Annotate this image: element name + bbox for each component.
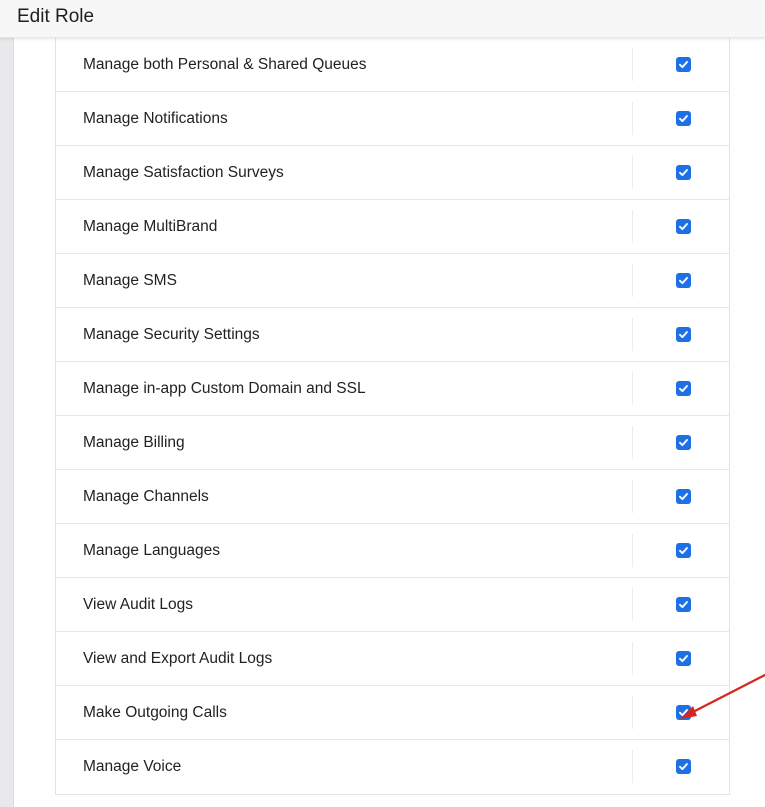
checkmark-icon (679, 115, 688, 123)
column-divider (632, 588, 633, 621)
checkmark-icon (679, 547, 688, 555)
checkmark-icon (679, 709, 688, 717)
permission-checkbox[interactable] (676, 543, 691, 558)
column-divider (632, 480, 633, 513)
permission-label: Manage Billing (83, 434, 185, 451)
checkmark-icon (679, 277, 688, 285)
permission-label: Manage MultiBrand (83, 218, 218, 235)
column-divider (632, 372, 633, 405)
permission-checkbox[interactable] (676, 273, 691, 288)
column-divider (632, 750, 633, 783)
permission-row: Manage SMS (56, 254, 729, 308)
permission-row: Manage Notifications (56, 92, 729, 146)
page-header: Edit Role (0, 0, 765, 38)
permission-row: View and Export Audit Logs (56, 632, 729, 686)
permission-row: Manage MultiBrand (56, 200, 729, 254)
permission-row: Manage Security Settings (56, 308, 729, 362)
permission-checkbox[interactable] (676, 165, 691, 180)
checkmark-icon (679, 61, 688, 69)
permission-row: Manage in-app Custom Domain and SSL (56, 362, 729, 416)
permission-row: Manage Voice (56, 740, 729, 794)
permission-label: Manage Notifications (83, 110, 228, 127)
checkmark-icon (679, 439, 688, 447)
permission-checkbox[interactable] (676, 759, 691, 774)
column-divider (632, 48, 633, 81)
edit-role-page: Edit Role Manage both Personal & Shared … (0, 0, 765, 807)
page-title: Edit Role (17, 6, 95, 27)
permission-checkbox[interactable] (676, 57, 691, 72)
column-divider (632, 102, 633, 135)
permission-label: Manage SMS (83, 272, 177, 289)
permission-checkbox[interactable] (676, 111, 691, 126)
permission-label: Manage Security Settings (83, 326, 260, 343)
left-rail (0, 38, 14, 807)
column-divider (632, 696, 633, 729)
permission-row: View Audit Logs (56, 578, 729, 632)
permission-checkbox[interactable] (676, 489, 691, 504)
permission-label: Manage Channels (83, 488, 209, 505)
checkmark-icon (679, 763, 688, 771)
permission-checkbox[interactable] (676, 651, 691, 666)
column-divider (632, 426, 633, 459)
column-divider (632, 264, 633, 297)
column-divider (632, 534, 633, 567)
permission-row: Manage Billing (56, 416, 729, 470)
permission-row: Manage Satisfaction Surveys (56, 146, 729, 200)
column-divider (632, 210, 633, 243)
column-divider (632, 156, 633, 189)
permission-label: Manage Voice (83, 758, 182, 775)
permission-label: Manage both Personal & Shared Queues (83, 56, 367, 73)
permission-label: Manage Satisfaction Surveys (83, 164, 284, 181)
permission-checkbox[interactable] (676, 327, 691, 342)
permission-row: Make Outgoing Calls (56, 686, 729, 740)
permission-checkbox[interactable] (676, 435, 691, 450)
permission-label: Manage in-app Custom Domain and SSL (83, 380, 366, 397)
permission-label: View Audit Logs (83, 596, 194, 613)
checkmark-icon (679, 331, 688, 339)
checkmark-icon (679, 601, 688, 609)
permission-label: Manage Languages (83, 542, 221, 559)
checkmark-icon (679, 169, 688, 177)
checkmark-icon (679, 493, 688, 501)
permission-checkbox[interactable] (676, 219, 691, 234)
permission-checkbox[interactable] (676, 705, 691, 720)
checkmark-icon (679, 385, 688, 393)
permission-checkbox[interactable] (676, 381, 691, 396)
permissions-table: Manage both Personal & Shared Queues Mana… (55, 38, 730, 795)
permission-row: Manage Languages (56, 524, 729, 578)
column-divider (632, 318, 633, 351)
permission-label: Make Outgoing Calls (83, 704, 227, 721)
checkmark-icon (679, 223, 688, 231)
column-divider (632, 642, 633, 675)
permission-row: Manage Channels (56, 470, 729, 524)
checkmark-icon (679, 655, 688, 663)
permission-checkbox[interactable] (676, 597, 691, 612)
permission-label: View and Export Audit Logs (83, 650, 273, 667)
permission-row: Manage both Personal & Shared Queues (56, 38, 729, 92)
